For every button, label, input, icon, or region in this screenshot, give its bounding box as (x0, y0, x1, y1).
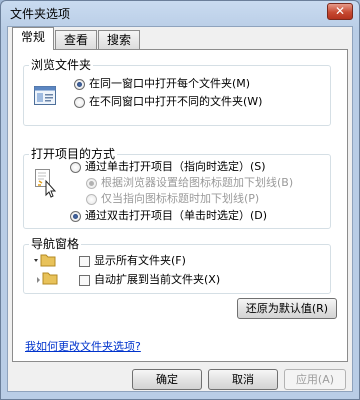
browse-option-label: 在不同窗口中打开不同的文件夹(W) (89, 95, 263, 108)
radio-new-window[interactable] (74, 96, 85, 108)
radio-underline-browser (86, 177, 97, 189)
navigation-pane-heading: 导航窗格 (29, 237, 82, 251)
browse-option-label: 在同一窗口中打开每个文件夹(M) (89, 77, 251, 90)
navigation-pane-group: 导航窗格 显示所有文件夹(F) 自动扩展到当前文件夹(X) (23, 237, 331, 294)
help-link[interactable]: 我如何更改文件夹选项? (25, 338, 141, 354)
radio-same-window[interactable] (74, 78, 85, 90)
close-button[interactable]: ✕ (327, 3, 353, 20)
browse-same-window-option[interactable]: 在同一窗口中打开每个文件夹(M) (74, 77, 250, 91)
click-option-label: 根据浏览器设置给图标标题加下划线(B) (101, 176, 294, 189)
nav-option-label: 显示所有文件夹(F) (94, 254, 186, 267)
checkbox-auto-expand[interactable] (79, 274, 90, 286)
click-option-label: 通过单击打开项目（指向时选定）(S) (85, 160, 266, 173)
auto-expand-option[interactable]: 自动扩展到当前文件夹(X) (79, 273, 220, 287)
window-title: 文件夹选项 (10, 7, 71, 21)
nav-option-label: 自动扩展到当前文件夹(X) (94, 273, 221, 286)
cancel-button[interactable]: 取消 (208, 369, 278, 390)
ok-button[interactable]: 确定 (132, 369, 202, 390)
checkbox-show-all-folders[interactable] (79, 255, 90, 267)
underline-point-option: 仅当指向图标标题时加下划线(P) (86, 192, 259, 206)
pointer-icon (35, 169, 57, 198)
click-option-label: 仅当指向图标标题时加下划线(P) (101, 192, 260, 205)
restore-defaults-button[interactable]: 还原为默认值(R) (237, 298, 337, 319)
click-items-group: 打开项目的方式 通过单击打开项目（指向时选定）(S) 根据浏览器设置给图标标题加… (23, 147, 331, 229)
browse-new-window-option[interactable]: 在不同窗口中打开不同的文件夹(W) (74, 95, 262, 109)
general-tab-panel: 浏览文件夹 在同一窗口中打开每个文件夹(M) 在不同窗口中打开不同的文件夹(W) (12, 49, 348, 362)
show-all-folders-option[interactable]: 显示所有文件夹(F) (79, 254, 186, 268)
dialog-client-area: 常规 查看 搜索 浏览文件夹 在同一窗口中打开每个文件夹(M) 在不同窗口中打开… (7, 26, 353, 392)
browse-folders-heading: 浏览文件夹 (29, 58, 94, 72)
tab-general[interactable]: 常规 (12, 27, 54, 50)
radio-double-click[interactable] (70, 210, 81, 222)
browse-folders-group: 浏览文件夹 在同一窗口中打开每个文件夹(M) 在不同窗口中打开不同的文件夹(W) (23, 58, 331, 126)
tab-view[interactable]: 查看 (55, 30, 97, 49)
radio-underline-point (86, 193, 97, 205)
apply-button[interactable]: 应用(A) (284, 369, 346, 390)
title-bar[interactable]: 文件夹选项 ✕ (1, 1, 359, 25)
radio-single-click[interactable] (70, 161, 81, 173)
click-option-label: 通过双击打开项目（单击时选定）(D) (85, 209, 268, 222)
double-click-option[interactable]: 通过双击打开项目（单击时选定）(D) (70, 209, 267, 223)
window-icon (34, 86, 56, 105)
folder-tree-icon (34, 254, 58, 285)
click-items-heading: 打开项目的方式 (29, 147, 118, 161)
folder-options-window: 文件夹选项 ✕ 常规 查看 搜索 浏览文件夹 在同一窗口中打开每个文件夹(M) … (0, 0, 360, 400)
single-click-option[interactable]: 通过单击打开项目（指向时选定）(S) (70, 160, 266, 174)
underline-browser-option: 根据浏览器设置给图标标题加下划线(B) (86, 176, 293, 190)
tab-search[interactable]: 搜索 (98, 30, 140, 49)
